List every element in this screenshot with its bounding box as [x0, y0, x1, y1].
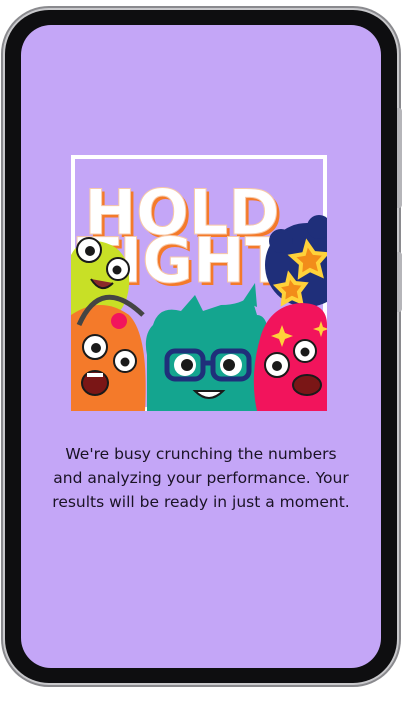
teal-monster — [145, 283, 270, 411]
pink-monster — [253, 303, 327, 411]
loading-message: We're busy crunching the numbers and ana… — [52, 445, 350, 511]
app-screen: HOLD HOLD TIGHT TIGHT We're busy crunchi… — [21, 25, 381, 668]
volume-button — [397, 108, 402, 208]
hold-tight-illustration: HOLD HOLD TIGHT TIGHT — [71, 155, 327, 411]
power-button — [397, 252, 402, 312]
orange-monster — [71, 294, 146, 411]
